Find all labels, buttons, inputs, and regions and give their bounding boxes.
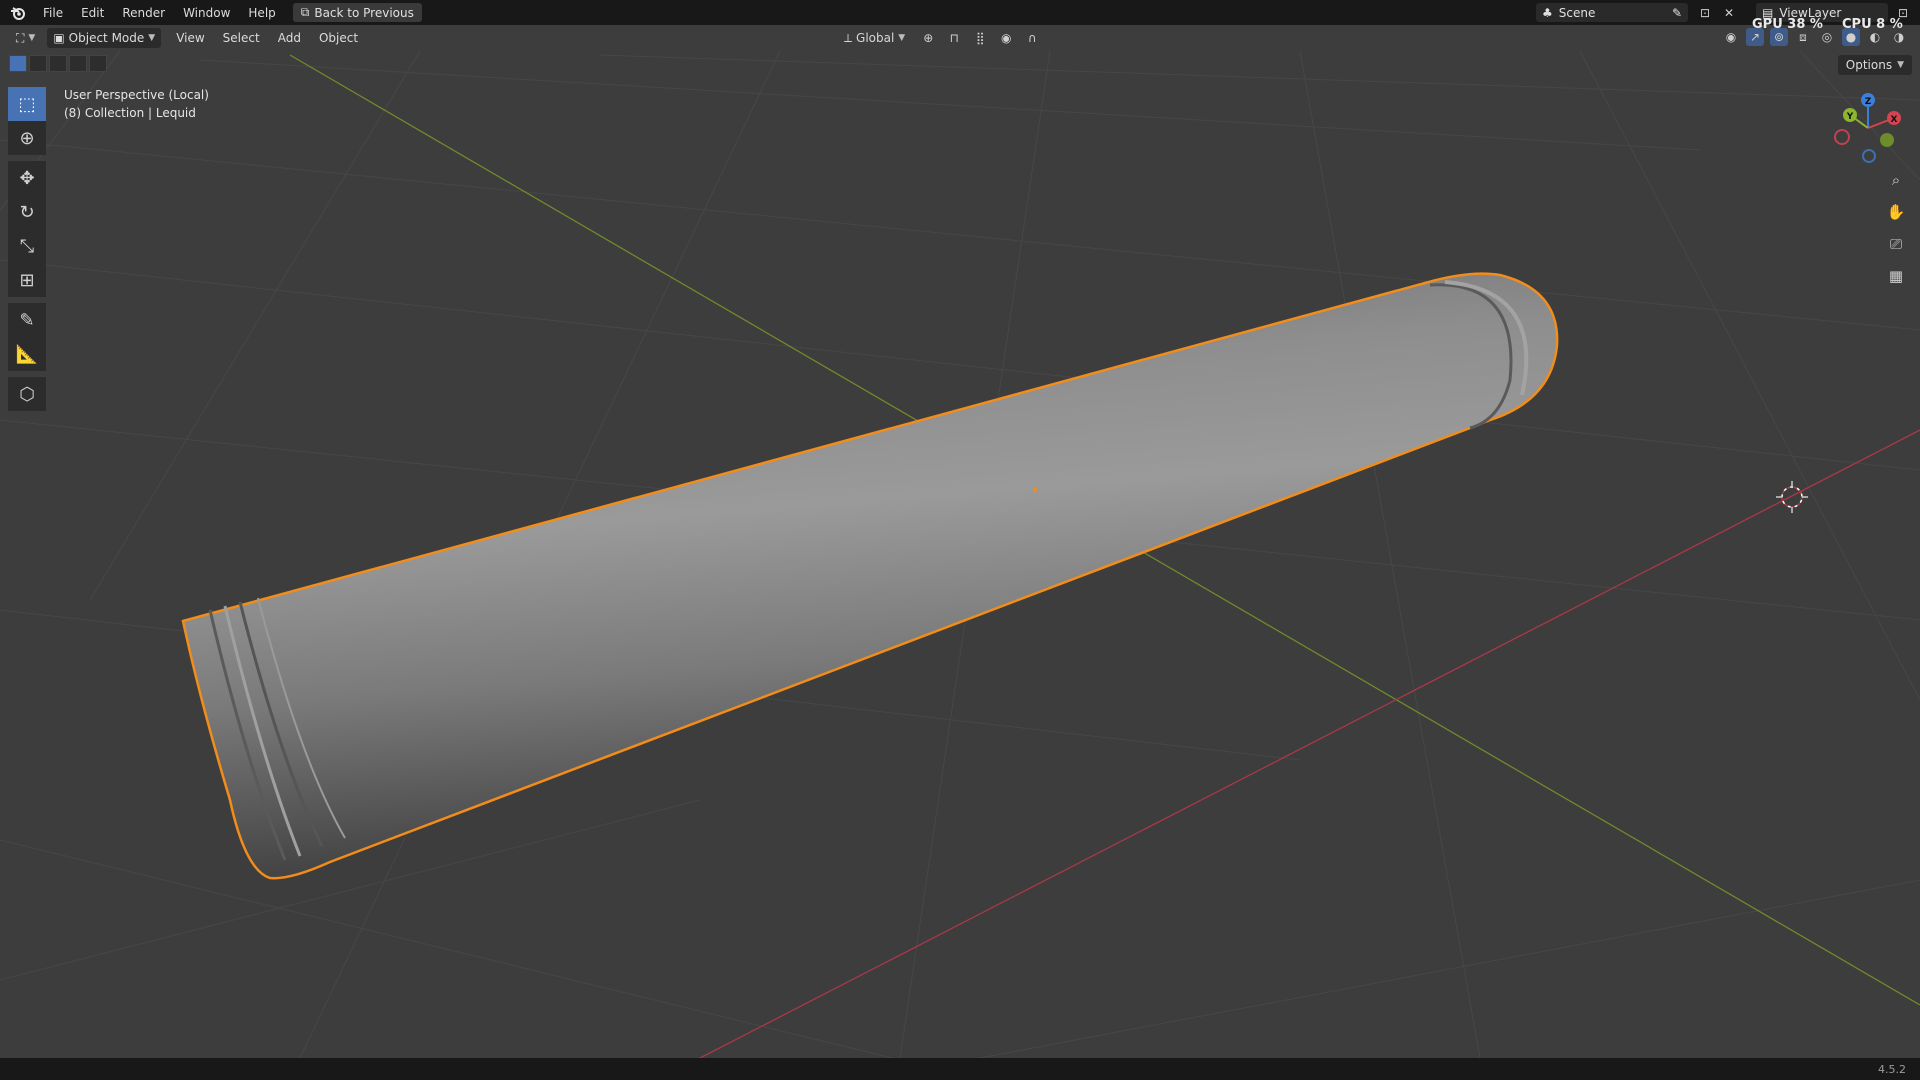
annotate-icon[interactable]: ✎: [8, 303, 46, 337]
collection-label: (8) Collection | Lequid: [64, 106, 196, 120]
perspective-toggle-icon[interactable]: ▦: [1884, 264, 1908, 288]
options-button[interactable]: Options ▼: [1837, 55, 1912, 75]
menu-view[interactable]: View: [167, 31, 213, 45]
blender-logo-icon[interactable]: [8, 3, 28, 23]
menu-object[interactable]: Object: [310, 31, 367, 45]
chevron-down-icon: ▼: [898, 33, 906, 43]
transform-icon[interactable]: ⊞: [8, 263, 46, 297]
version-label: 4.5.2: [1878, 1062, 1906, 1076]
3d-cursor-icon: [1776, 481, 1808, 513]
pin-icon[interactable]: ✎: [1672, 6, 1682, 20]
options-label: Options: [1845, 58, 1893, 72]
close-scene-icon[interactable]: ✕: [1720, 4, 1738, 22]
header-center-tools: ⟂ Global ▼ ⊕ ⊓ ⣿ ◉ ∩: [838, 28, 1041, 48]
tool-shelf: ⬚ ⊕ ✥ ↻ ⤡ ⊞ ✎ 📐 ⬡: [8, 87, 46, 411]
proportional-edit-icon[interactable]: ◉: [997, 29, 1015, 47]
solid-shading-icon[interactable]: ●: [1842, 28, 1860, 46]
chevron-down-icon: ▼: [148, 33, 156, 43]
xray-icon[interactable]: ⧈: [1794, 28, 1812, 46]
menu-add[interactable]: Add: [269, 31, 310, 45]
editor-type-button[interactable]: ⛶ ▼: [10, 28, 41, 48]
transform-orientation-selector[interactable]: ⟂ Global ▼: [838, 28, 911, 48]
status-bar: 4.5.2: [0, 1058, 1920, 1080]
navigation-gizmo[interactable]: Z X Y: [1834, 93, 1901, 163]
menu-help[interactable]: Help: [239, 6, 284, 20]
menu-file[interactable]: File: [34, 6, 72, 20]
material-shading-icon[interactable]: ◐: [1866, 28, 1884, 46]
mode-label: Object Mode: [68, 31, 145, 45]
gizmo-z-label: Z: [1865, 97, 1872, 107]
select-new-icon[interactable]: [9, 55, 27, 72]
wireframe-shading-icon[interactable]: ◎: [1818, 28, 1836, 46]
fullscreen-exit-icon: ⧉: [300, 5, 310, 19]
bottle-object: [181, 272, 1559, 880]
new-scene-icon[interactable]: ⊡: [1696, 4, 1714, 22]
camera-view-icon[interactable]: ⎚: [1884, 232, 1908, 256]
perspective-label: User Perspective (Local): [64, 88, 209, 102]
scene-selector[interactable]: ♣ Scene ✎: [1536, 3, 1688, 22]
editor-3d-icon: ⛶: [16, 30, 25, 45]
chevron-down-icon: ▼: [1897, 60, 1904, 70]
scene-icon: ♣: [1542, 5, 1553, 20]
header-right-tools: ◉ ↗ ⊚ ⧈ ◎ ● ◐ ◑: [1722, 28, 1908, 46]
overlays-icon[interactable]: ⊚: [1770, 28, 1788, 46]
select-subtract-icon[interactable]: [49, 55, 67, 72]
object-mode-icon: ▣: [53, 31, 65, 45]
chevron-down-icon: ▼: [28, 33, 36, 43]
move-icon[interactable]: ✥: [8, 161, 46, 195]
zoom-icon[interactable]: ⌕: [1884, 168, 1908, 192]
gizmo-x-label: X: [1891, 115, 1898, 125]
select-invert-icon[interactable]: [69, 55, 87, 72]
measure-icon[interactable]: 📐: [8, 337, 46, 371]
menu-render[interactable]: Render: [113, 6, 174, 20]
mode-selector[interactable]: ▣ Object Mode ▼: [47, 28, 162, 48]
object-origin: [1032, 487, 1038, 493]
back-to-previous-label: Back to Previous: [314, 5, 414, 20]
add-cube-icon[interactable]: ⬡: [8, 377, 46, 411]
cursor-icon[interactable]: ⊕: [8, 121, 46, 155]
orientation-icon: ⟂: [844, 30, 853, 45]
back-to-previous-button[interactable]: ⧉ Back to Previous: [292, 3, 422, 22]
menu-select[interactable]: Select: [214, 31, 269, 45]
top-menu-bar: File Edit Render Window Help ⧉ Back to P…: [0, 0, 1920, 25]
select-intersect-icon[interactable]: [89, 55, 107, 72]
menu-edit[interactable]: Edit: [72, 6, 113, 20]
select-extend-icon[interactable]: [29, 55, 47, 72]
menu-window[interactable]: Window: [174, 6, 239, 20]
snap-icon[interactable]: ⊓: [945, 29, 963, 47]
rendered-shading-icon[interactable]: ◑: [1890, 28, 1908, 46]
scene-label: Scene: [1558, 5, 1596, 20]
rotate-icon[interactable]: ↻: [8, 195, 46, 229]
selection-mode-buttons: [9, 55, 107, 72]
pan-hand-icon[interactable]: ✋: [1884, 200, 1908, 224]
snap-target-icon[interactable]: ⣿: [971, 29, 989, 47]
viewport-info: User Perspective (Local) (8) Collection …: [64, 86, 209, 122]
viewport-canvas[interactable]: Z X Y: [0, 51, 1920, 1058]
gizmo-y-label: Y: [1846, 112, 1854, 122]
select-box-icon[interactable]: ⬚: [8, 87, 46, 121]
pivot-point-icon[interactable]: ⊕: [919, 29, 937, 47]
falloff-icon[interactable]: ∩: [1023, 29, 1041, 47]
gizmos-icon[interactable]: ↗: [1746, 28, 1764, 46]
scale-icon[interactable]: ⤡: [8, 229, 46, 263]
orientation-label: Global: [856, 31, 895, 45]
viewport-navigation: ⌕ ✋ ⎚ ▦: [1884, 168, 1908, 288]
visibility-icon[interactable]: ◉: [1722, 28, 1740, 46]
